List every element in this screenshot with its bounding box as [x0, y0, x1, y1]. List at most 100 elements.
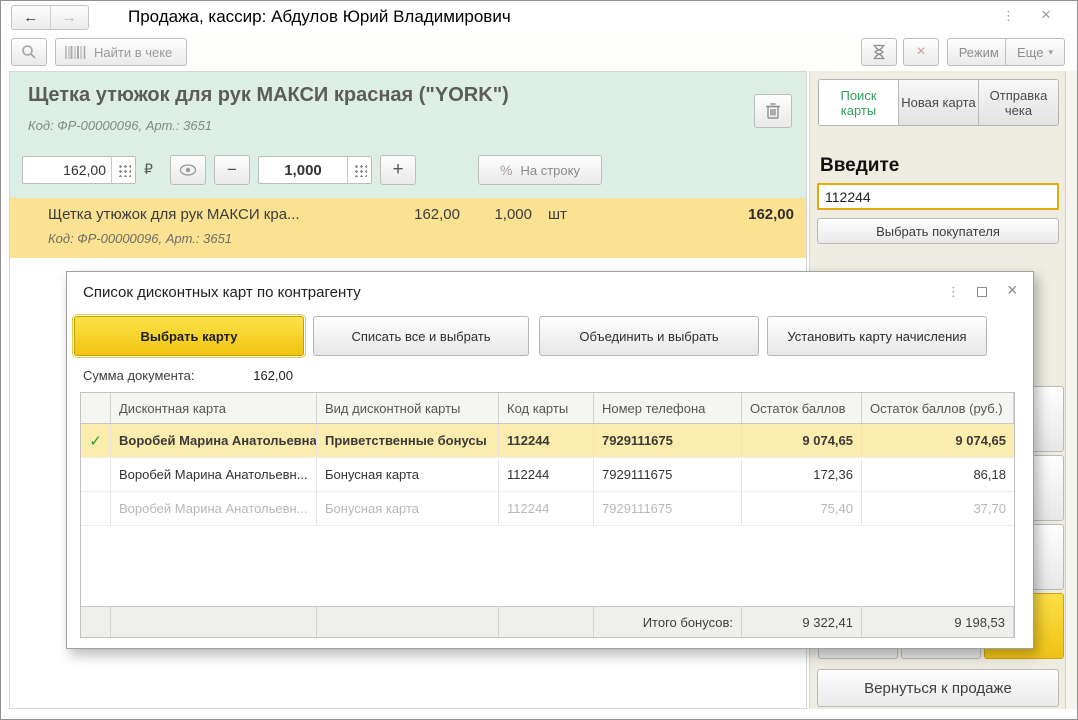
dialog-title: Список дисконтных карт по контрагенту — [83, 284, 361, 301]
card-number-input[interactable] — [817, 183, 1059, 210]
header-points[interactable]: Остаток баллов — [742, 393, 862, 423]
row-select-cell: ✓ — [81, 424, 111, 457]
nav-history-group: ← → — [11, 5, 89, 30]
currency-symbol: ₽ — [144, 161, 153, 177]
cell-card-code: 112244 — [499, 458, 594, 491]
footer-empty-cell — [111, 607, 317, 637]
cell-card-type: Приветственные бонусы — [317, 424, 499, 457]
mode-label: Режим — [958, 44, 999, 60]
merge-select-button[interactable]: Объединить и выбрать — [539, 316, 759, 356]
back-button[interactable]: ← — [12, 6, 51, 29]
tab-send-receipt[interactable]: Отправка чека — [978, 80, 1058, 125]
header-card[interactable]: Дисконтная карта — [111, 393, 317, 423]
quantity-numpad-button[interactable] — [347, 157, 371, 183]
receipt-line-item[interactable]: Щетка утюжок для рук МАКСИ кра... 162,00… — [10, 198, 806, 258]
select-customer-button[interactable]: Выбрать покупателя — [817, 218, 1059, 244]
numpad-icon — [352, 163, 367, 177]
cell-card-name: Воробей Марина Анатольевн... — [111, 492, 317, 525]
footer-points-rub-total: 9 198,53 — [862, 607, 1014, 637]
tab-new-card[interactable]: Новая карта — [898, 80, 978, 125]
product-title: Щетка утюжок для рук МАКСИ красная ("YOR… — [28, 84, 509, 106]
postpone-receipt-button[interactable] — [861, 38, 897, 66]
item-total: 162,00 — [748, 206, 794, 223]
window-title: Продажа, кассир: Абдулов Юрий Владимиров… — [128, 7, 511, 26]
tab-card-search[interactable]: Поиск карты — [819, 80, 898, 125]
select-card-button[interactable]: Выбрать карту — [72, 314, 306, 358]
price-value[interactable]: 162,00 — [23, 157, 111, 183]
plus-icon: + — [392, 159, 404, 180]
header-points-rub[interactable]: Остаток баллов (руб.) — [862, 393, 1014, 423]
back-arrow-icon: ← — [23, 9, 39, 26]
red-x-icon: × — [916, 43, 926, 60]
writeoff-all-select-button[interactable]: Списать все и выбрать — [313, 316, 529, 356]
table-row[interactable]: ✓ Воробей Марина Анатольевна... Приветст… — [81, 424, 1014, 458]
table-row[interactable]: Воробей Марина Анатольевн... Бонусная ка… — [81, 458, 1014, 492]
line-discount-button[interactable]: % На строку — [478, 155, 602, 185]
search-icon — [22, 45, 36, 59]
cell-phone: 7929111675 — [594, 424, 742, 457]
quantity-field: 1,000 — [258, 156, 372, 184]
eye-icon — [179, 164, 197, 176]
discount-cards-table: Дисконтная карта Вид дисконтной карты Ко… — [80, 392, 1015, 638]
header-select-col — [81, 393, 111, 423]
cell-card-code: 112244 — [499, 492, 594, 525]
document-sum-label: Сумма документа: — [83, 368, 195, 383]
cell-phone: 7929111675 — [594, 492, 742, 525]
cell-points-rub: 86,18 — [973, 467, 1006, 482]
current-item-panel: Щетка утюжок для рук МАКСИ красная ("YOR… — [10, 72, 806, 198]
cell-card-name: Воробей Марина Анатольевн... — [111, 458, 317, 491]
cancel-receipt-button[interactable]: × — [903, 38, 939, 66]
enter-heading: Введите — [820, 155, 900, 176]
return-to-sale-button[interactable]: Вернуться к продаже — [817, 669, 1059, 707]
footer-empty-cell — [317, 607, 499, 637]
item-quantity: 1,000 — [494, 206, 532, 223]
cell-card-code: 112244 — [499, 424, 594, 457]
forward-button[interactable]: → — [51, 6, 89, 29]
cell-phone: 7929111675 — [594, 458, 742, 491]
dialog-close-icon[interactable]: × — [1007, 280, 1018, 301]
window-menu-kebab-icon[interactable]: ⋮ — [1002, 8, 1015, 24]
find-in-receipt-button[interactable]: Найти в чеке — [55, 38, 187, 66]
cell-card-type: Бонусная карта — [317, 492, 499, 525]
cell-card-type: Бонусная карта — [317, 458, 499, 491]
numpad-icon — [116, 163, 131, 177]
more-label: Еще — [1017, 44, 1044, 60]
header-card-code[interactable]: Код карты — [499, 393, 594, 423]
check-icon: ✓ — [89, 432, 102, 450]
dialog-maximize-icon[interactable] — [977, 287, 987, 297]
item-unit: шт — [548, 206, 567, 223]
cell-points: 172,36 — [742, 458, 862, 491]
cell-points: 75,40 — [742, 492, 862, 525]
barcode-icon — [65, 45, 86, 59]
table-footer-row: Итого бонусов: 9 322,41 9 198,53 — [81, 606, 1014, 637]
footer-total-label: Итого бонусов: — [594, 607, 742, 637]
quantity-decrease-button[interactable]: − — [214, 155, 250, 185]
set-accrual-card-button[interactable]: Установить карту начисления — [767, 316, 987, 356]
cell-points-rub: 9 074,65 — [955, 433, 1006, 448]
quantity-value[interactable]: 1,000 — [259, 157, 347, 183]
quantity-increase-button[interactable]: + — [380, 155, 416, 185]
more-dropdown-button[interactable]: Еще ▾ — [1005, 38, 1065, 66]
search-button[interactable] — [11, 38, 47, 66]
footer-points-total: 9 322,41 — [742, 607, 862, 637]
cell-points: 9 074,65 — [742, 424, 862, 457]
product-code-line: Код: ФР-00000096, Арт.: 3651 — [28, 118, 213, 133]
app-window: ← → Продажа, кассир: Абдулов Юрий Владим… — [0, 0, 1078, 720]
side-tabs: Поиск карты Новая карта Отправка чека — [818, 79, 1059, 126]
delete-item-button[interactable] — [754, 94, 792, 128]
chevron-down-icon: ▾ — [1048, 46, 1053, 57]
hourglass-icon — [873, 44, 885, 60]
header-card-type[interactable]: Вид дисконтной карты — [317, 393, 499, 423]
header-phone[interactable]: Номер телефона — [594, 393, 742, 423]
window-close-icon[interactable]: × — [1041, 5, 1051, 25]
price-field: 162,00 — [22, 156, 136, 184]
item-price: 162,00 — [414, 206, 460, 223]
table-row[interactable]: Воробей Марина Анатольевн... Бонусная ка… — [81, 492, 1014, 526]
price-numpad-button[interactable] — [111, 157, 135, 183]
footer-empty-cell — [499, 607, 594, 637]
row-select-cell — [81, 458, 111, 491]
find-in-receipt-label: Найти в чеке — [94, 44, 173, 60]
view-item-button[interactable] — [170, 155, 206, 185]
percent-icon: % — [500, 162, 513, 178]
dialog-menu-kebab-icon[interactable]: ⋮ — [947, 284, 960, 300]
